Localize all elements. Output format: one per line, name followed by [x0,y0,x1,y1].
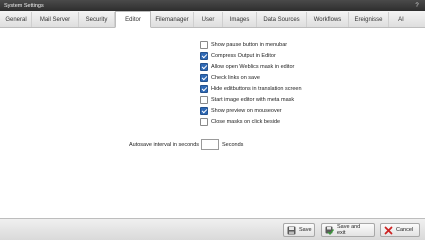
close-icon [384,226,393,235]
option-check-links[interactable]: Check links on save [200,72,302,83]
option-label: Allow open Weblics mask in editor [211,63,295,70]
save-label: Save [299,227,312,233]
option-hide-editbuttons[interactable]: Hide editbuttons in translation screen [200,83,302,94]
save-and-exit-label: Save and exit [337,224,361,236]
checkbox[interactable] [200,73,208,82]
autosave-row: Autosave interval in seconds Seconds [0,139,425,151]
option-label: Start image editor with meta mask [211,96,295,103]
option-start-image-editor[interactable]: Start image editor with meta mask [200,94,302,105]
autosave-interval-input[interactable] [201,139,219,150]
option-label: Show preview on mouseover [211,107,282,114]
option-label: Check links on save [211,74,260,81]
cancel-label: Cancel [396,227,414,233]
window-title: System Settings [4,2,44,9]
option-show-preview[interactable]: Show preview on mouseover [200,105,302,116]
title-bar: System Settings ? [0,0,425,11]
tab-mail-server[interactable]: Mail Server [32,12,79,27]
checkbox[interactable] [200,62,208,71]
help-icon[interactable]: ? [413,3,421,9]
checkbox[interactable] [200,106,208,115]
tab-images[interactable]: Images [223,12,257,27]
checkbox[interactable] [200,40,208,49]
tab-ereignisse[interactable]: Ereignisse [349,12,389,27]
tab-bar: General Mail Server Security Editor File… [0,11,425,28]
autosave-label: Autosave interval in seconds [128,142,199,148]
option-label: Hide editbuttons in translation screen [211,85,302,92]
checkbox[interactable] [200,51,208,60]
checkbox[interactable] [200,84,208,93]
tab-filemanager[interactable]: Filemanager [151,12,194,27]
option-label: Compress Output in Editor [211,52,276,59]
tab-workflows[interactable]: Workflows [307,12,349,27]
editor-options: Show pause button in menubar Compress Ou… [200,39,302,127]
floppy-disk-icon [287,226,296,235]
option-label: Show pause button in menubar [211,41,288,48]
option-show-pause-button[interactable]: Show pause button in menubar [200,39,302,50]
tab-editor[interactable]: Editor [115,11,151,28]
checkbox[interactable] [200,95,208,104]
tab-security[interactable]: Security [79,12,115,27]
option-allow-open-weblics-mask[interactable]: Allow open Weblics mask in editor [200,61,302,72]
tab-data-sources[interactable]: Data Sources [257,12,307,27]
tab-user[interactable]: User [194,12,223,27]
save-and-exit-button[interactable]: Save and exit [321,223,375,237]
save-exit-icon [325,226,334,235]
option-label: Close masks on click beside [211,118,281,125]
option-close-masks[interactable]: Close masks on click beside [200,116,302,127]
save-button[interactable]: Save [283,223,315,237]
cancel-button[interactable]: Cancel [380,223,420,237]
dialog-footer: Save Save and exit Cancel [0,218,425,240]
tab-ai[interactable]: AI [389,12,413,27]
checkbox[interactable] [200,117,208,126]
tab-general[interactable]: General [1,12,32,27]
autosave-unit: Seconds [222,142,244,148]
option-compress-output[interactable]: Compress Output in Editor [200,50,302,61]
